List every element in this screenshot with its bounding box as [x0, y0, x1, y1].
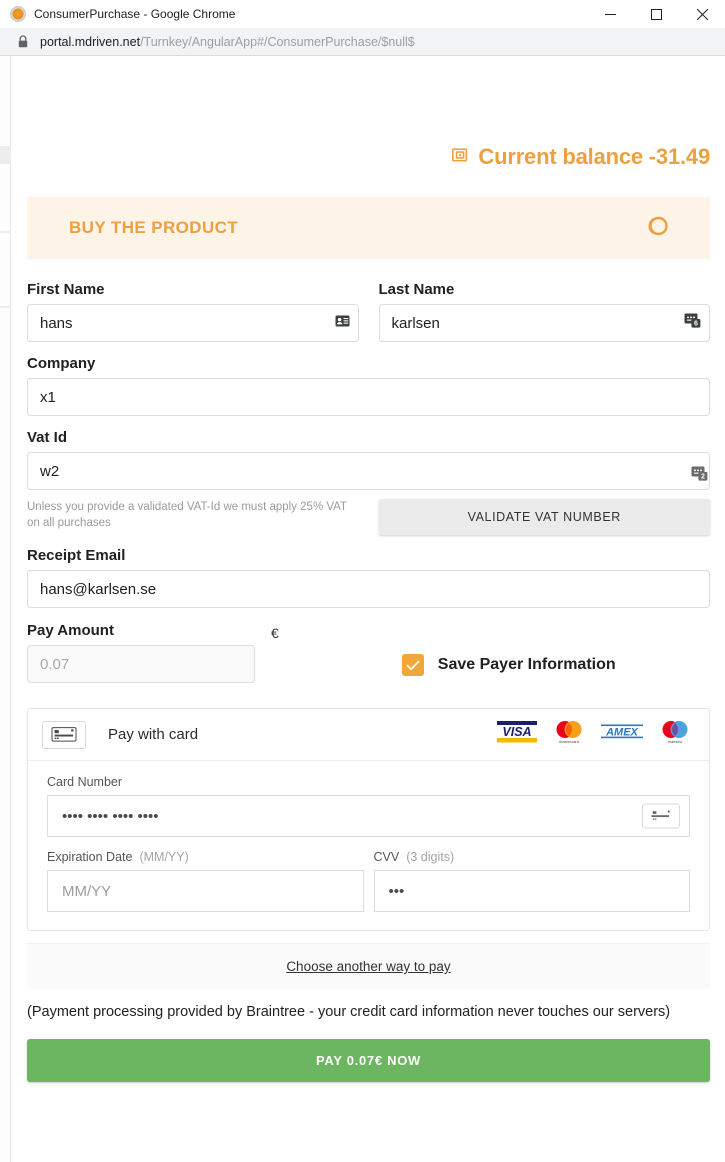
- wallet-icon: [452, 147, 469, 168]
- receipt-email-label: Receipt Email: [27, 547, 126, 564]
- page-content: Current balance -31.49 BUY THE PRODUCT F…: [12, 56, 725, 1162]
- url-text: portal.mdriven.net/Turnkey/AngularApp#/C…: [40, 35, 415, 49]
- maestro-logo-icon: maestro: [657, 719, 693, 750]
- maximize-icon[interactable]: [633, 0, 679, 28]
- first-name-group: First Name: [27, 281, 359, 342]
- first-name-label: First Name: [27, 281, 105, 298]
- validate-vat-button[interactable]: VALIDATE VAT NUMBER: [378, 499, 710, 535]
- receipt-email-group: Receipt Email: [27, 547, 710, 608]
- company-group: Company: [27, 355, 710, 416]
- credit-card-icon: [42, 720, 86, 749]
- save-payer-label: Save Payer Information: [437, 656, 616, 673]
- pay-amount-group: Pay Amount: [27, 622, 255, 683]
- last-name-label: Last Name: [378, 281, 455, 298]
- cvv-hint: (3 digits): [406, 850, 455, 864]
- expiration-label-text: Expiration Date: [47, 850, 133, 864]
- expiration-input[interactable]: [47, 870, 364, 912]
- expiry-cvv-row: Expiration Date (MM/YY) CVV (3 digits): [47, 850, 690, 912]
- address-bar[interactable]: portal.mdriven.net/Turnkey/AngularApp#/C…: [0, 28, 725, 56]
- choose-another-way-link[interactable]: Choose another way to pay: [286, 959, 450, 974]
- svg-text:VISA: VISA: [502, 725, 531, 739]
- save-payer-info-row[interactable]: Save Payer Information: [401, 654, 616, 676]
- close-icon[interactable]: [679, 0, 725, 28]
- expiration-group: Expiration Date (MM/YY): [47, 850, 364, 912]
- vat-id-label: Vat Id: [27, 429, 68, 446]
- cvv-group: CVV (3 digits): [373, 850, 691, 912]
- card-block-header: Pay with card VISA mastercard AMEX maest…: [28, 709, 709, 761]
- vat-validate-row: Unless you provide a validated VAT-Id we…: [27, 499, 710, 535]
- product-banner-title: BUY THE PRODUCT: [69, 218, 239, 237]
- company-label: Company: [27, 355, 96, 372]
- pay-amount-row: Pay Amount € Save Payer Information: [27, 622, 710, 683]
- receipt-email-input[interactable]: [27, 570, 710, 608]
- window-controls: [587, 0, 725, 28]
- pay-with-card-label: Pay with card: [108, 726, 199, 743]
- window-title: ConsumerPurchase - Google Chrome: [34, 6, 236, 21]
- browser-titlebar: ConsumerPurchase - Google Chrome: [0, 0, 725, 28]
- chrome-app-icon: [10, 5, 26, 22]
- vat-id-group: Vat Id 2: [27, 429, 710, 490]
- expiration-hint: (MM/YY): [139, 850, 189, 864]
- card-number-label: Card Number: [47, 775, 123, 789]
- pay-amount-input[interactable]: [27, 645, 255, 683]
- mastercard-logo-icon: mastercard: [551, 719, 587, 750]
- expiration-label: Expiration Date (MM/YY): [47, 850, 364, 864]
- accepted-card-brands: VISA mastercard AMEX maestro: [497, 719, 693, 750]
- braintree-card-block: Pay with card VISA mastercard AMEX maest…: [27, 708, 710, 931]
- url-path: /Turnkey/AngularApp#/ConsumerPurchase/$n…: [140, 34, 415, 49]
- minimize-icon[interactable]: [587, 0, 633, 28]
- card-block-body: Card Number •••• •••• •••• •••• Expirati…: [28, 761, 709, 930]
- current-balance: Current balance -31.49: [27, 56, 710, 170]
- first-name-input[interactable]: [27, 304, 359, 342]
- gutter-segment: [0, 146, 11, 164]
- credit-card-icon: [642, 803, 680, 829]
- url-host: portal.mdriven.net: [40, 34, 141, 49]
- vat-note: Unless you provide a validated VAT-Id we…: [27, 501, 347, 529]
- gutter-segment: [0, 306, 11, 308]
- choose-another-way-bar: Choose another way to pay: [27, 943, 710, 989]
- pay-now-button[interactable]: PAY 0.07€ NOW: [27, 1039, 710, 1083]
- cvv-label-text: CVV: [373, 850, 400, 864]
- company-input[interactable]: [27, 378, 710, 416]
- vat-id-input[interactable]: [27, 452, 710, 490]
- amex-logo-icon: AMEX: [601, 719, 643, 750]
- pay-amount-label: Pay Amount: [27, 622, 114, 639]
- svg-text:mastercard: mastercard: [559, 739, 579, 744]
- cvv-input[interactable]: [373, 870, 690, 912]
- save-payer-checkbox[interactable]: [401, 654, 424, 676]
- page-viewport: Current balance -31.49 BUY THE PRODUCT F…: [0, 56, 725, 1162]
- buy-the-product-banner: BUY THE PRODUCT: [27, 197, 710, 259]
- checkmark-icon: [406, 660, 420, 670]
- cvv-label: CVV (3 digits): [374, 850, 691, 864]
- last-name-group: Last Name 6: [378, 281, 710, 342]
- purchase-form: First Name hans Last Name karlsen 6 Comp…: [27, 259, 710, 1083]
- svg-text:maestro: maestro: [668, 739, 683, 744]
- visa-logo-icon: VISA: [497, 719, 537, 750]
- eclipse-circles-icon[interactable]: [645, 215, 669, 242]
- gutter-segment: [0, 231, 11, 233]
- currency-symbol: €: [271, 625, 279, 641]
- left-edge-gutter: [0, 56, 11, 1162]
- lock-icon: [17, 35, 29, 48]
- card-number-input[interactable]: [47, 795, 690, 837]
- balance-text: Current balance -31.49: [478, 144, 710, 169]
- braintree-note: (Payment processing provided by Braintre…: [27, 1004, 671, 1020]
- name-row: First Name hans Last Name karlsen 6: [27, 281, 710, 342]
- last-name-input[interactable]: [378, 304, 710, 342]
